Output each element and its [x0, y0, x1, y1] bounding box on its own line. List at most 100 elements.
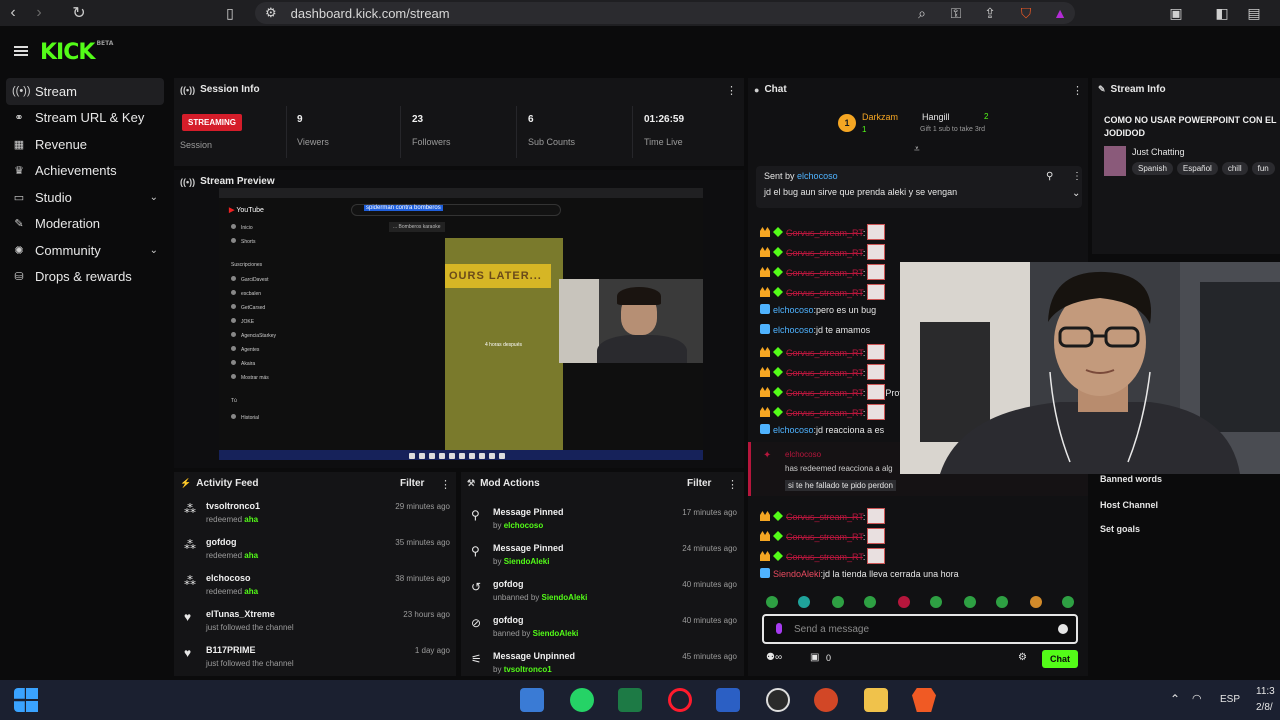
chat-username[interactable]: Corvus_stream_RT [786, 248, 863, 258]
wallet-icon[interactable]: ▤ [1244, 3, 1264, 23]
mod-user[interactable]: SiendoAleki [533, 629, 579, 638]
zoom-icon[interactable]: ⌕ [912, 3, 932, 23]
gifter-name[interactable]: Darkzam [862, 112, 898, 122]
stream-preview-video[interactable]: ▶ YouTube spiderman contra bomberos ... B… [219, 188, 703, 460]
sidebar-item-community[interactable]: ✺ Community ⌄ [0, 237, 170, 264]
sidebar-item-revenue[interactable]: ▦ Revenue [0, 131, 170, 158]
obs-icon[interactable] [766, 688, 790, 712]
sidebar-toggle-icon[interactable]: ◧ [1212, 3, 1232, 23]
banned-words-button[interactable]: Banned words [1100, 474, 1280, 500]
chat-username[interactable]: elchocoso [773, 425, 814, 435]
redeem-user[interactable]: elchocoso [785, 450, 821, 459]
chat-username[interactable]: SiendoAleki [773, 569, 821, 579]
reload-icon[interactable]: ↻ [66, 0, 92, 26]
more-options-icon[interactable]: ⋮ [440, 478, 451, 491]
word-icon[interactable] [716, 688, 740, 712]
chat-username[interactable]: Corvus_stream_RT [786, 552, 863, 562]
screenshot-icon[interactable]: ▣ [1166, 3, 1186, 23]
sidebar-item-studio[interactable]: ▭ Studio ⌄ [0, 184, 170, 211]
opera-icon[interactable] [668, 688, 692, 712]
share-icon[interactable]: ⇪ [980, 3, 1000, 23]
mod-user[interactable]: SiendoAleki [504, 557, 550, 566]
chat-username[interactable]: elchocoso [773, 325, 814, 335]
rewards-icon[interactable]: ▲ [1050, 3, 1070, 23]
site-settings-icon[interactable]: ⚙ [265, 5, 277, 21]
chevron-down-icon[interactable]: ⌄ [1072, 188, 1080, 199]
back-icon[interactable]: ‹ [0, 0, 26, 26]
mod-user[interactable]: tvsoltronco1 [504, 665, 552, 674]
emote-icon[interactable] [798, 596, 810, 608]
pinned-user[interactable]: elchocoso [797, 171, 838, 181]
chat-username[interactable]: Corvus_stream_RT [786, 388, 863, 398]
sidebar-item-stream-url[interactable]: ⚭ Stream URL & Key [0, 105, 170, 132]
bookmark-icon[interactable]: ▯ [220, 3, 240, 23]
chat-username[interactable]: Corvus_stream_RT [786, 532, 863, 542]
chat-username[interactable]: Corvus_stream_RT [786, 268, 863, 278]
settings-icon[interactable]: ⚙ [1018, 652, 1027, 663]
emote-icon[interactable] [898, 596, 910, 608]
activity-user[interactable]: elchocoso [206, 573, 251, 583]
users-icon[interactable]: ⚉∞ [766, 652, 782, 663]
more-options-icon[interactable]: ⋮ [726, 84, 737, 97]
chat-username[interactable]: Corvus_stream_RT [786, 228, 863, 238]
activity-user[interactable]: gofdog [206, 537, 237, 547]
mod-filter-button[interactable]: Filter [687, 478, 711, 489]
key-icon[interactable]: ⚿ [946, 3, 966, 23]
host-channel-button[interactable]: Host Channel [1100, 500, 1280, 524]
activity-user[interactable]: tvsoltronco1 [206, 501, 260, 511]
collapse-icon[interactable]: ⩡ [914, 144, 920, 155]
pin-icon[interactable]: ⚲ [1046, 171, 1053, 182]
kick-logo[interactable]: KICK BETA [40, 40, 113, 65]
forward-icon[interactable]: › [26, 0, 52, 26]
chevron-down-icon[interactable]: ⌄ [150, 245, 158, 256]
file-explorer-icon[interactable] [864, 688, 888, 712]
chat-username[interactable]: Corvus_stream_RT [786, 288, 863, 298]
points-icon[interactable]: ▣ [810, 652, 819, 663]
excel-icon[interactable] [618, 688, 642, 712]
sidebar-item-drops[interactable]: ⛁ Drops & rewards [0, 264, 170, 291]
emote-icon[interactable] [964, 596, 976, 608]
emoji-icon[interactable] [1058, 624, 1068, 634]
chat-send-button[interactable]: Chat [1042, 650, 1078, 668]
store-icon[interactable] [520, 688, 544, 712]
mod-user[interactable]: elchocoso [504, 521, 544, 530]
set-goals-button[interactable]: Set goals [1100, 524, 1280, 548]
chat-input[interactable]: Send a message [762, 614, 1078, 644]
mod-user[interactable]: SiendoAleki [542, 593, 588, 602]
sidebar-item-achievements[interactable]: ♛ Achievements [0, 158, 170, 185]
chat-username[interactable]: elchocoso [773, 305, 814, 315]
mic-icon[interactable] [776, 623, 782, 634]
chat-username[interactable]: Corvus_stream_RT [786, 348, 863, 358]
chevron-down-icon[interactable]: ⌄ [150, 192, 158, 203]
emote-icon[interactable] [832, 596, 844, 608]
more-options-icon[interactable]: ⋮ [727, 478, 738, 491]
brave-icon[interactable] [912, 688, 936, 712]
powerpoint-icon[interactable] [814, 688, 838, 712]
activity-user[interactable]: elTunas_Xtreme [206, 609, 275, 619]
sidebar-item-moderation[interactable]: ✎ Moderation [0, 211, 170, 238]
chat-username[interactable]: Corvus_stream_RT [786, 408, 863, 418]
tray-chevron-icon[interactable]: ⌃ [1170, 692, 1180, 706]
activity-filter-button[interactable]: Filter [400, 478, 424, 489]
emote-icon[interactable] [1030, 596, 1042, 608]
clock-time[interactable]: 11:3 [1256, 686, 1275, 697]
emote-icon[interactable] [766, 596, 778, 608]
language-indicator[interactable]: ESP [1220, 694, 1240, 705]
whatsapp-icon[interactable] [570, 688, 594, 712]
activity-user[interactable]: B117PRIME [206, 645, 256, 655]
emote-icon[interactable] [996, 596, 1008, 608]
emote-icon[interactable] [864, 596, 876, 608]
more-options-icon[interactable]: ⋮ [1072, 84, 1083, 97]
sub-badge-icon [773, 551, 783, 561]
menu-icon[interactable] [14, 46, 28, 56]
brave-shield-icon[interactable]: ⛉ [1016, 3, 1036, 23]
emote-icon[interactable] [1062, 596, 1074, 608]
clock-date[interactable]: 2/8/ [1256, 702, 1273, 713]
sidebar-item-stream[interactable]: ((•)) Stream [6, 78, 164, 105]
more-options-icon[interactable]: ⋮ [1072, 171, 1082, 182]
wifi-icon[interactable]: ◠ [1192, 692, 1202, 705]
gifter-name[interactable]: Hangill [922, 112, 950, 122]
emote-icon[interactable] [930, 596, 942, 608]
chat-username[interactable]: Corvus_stream_RT [786, 368, 863, 378]
chat-username[interactable]: Corvus_stream_RT [786, 512, 863, 522]
